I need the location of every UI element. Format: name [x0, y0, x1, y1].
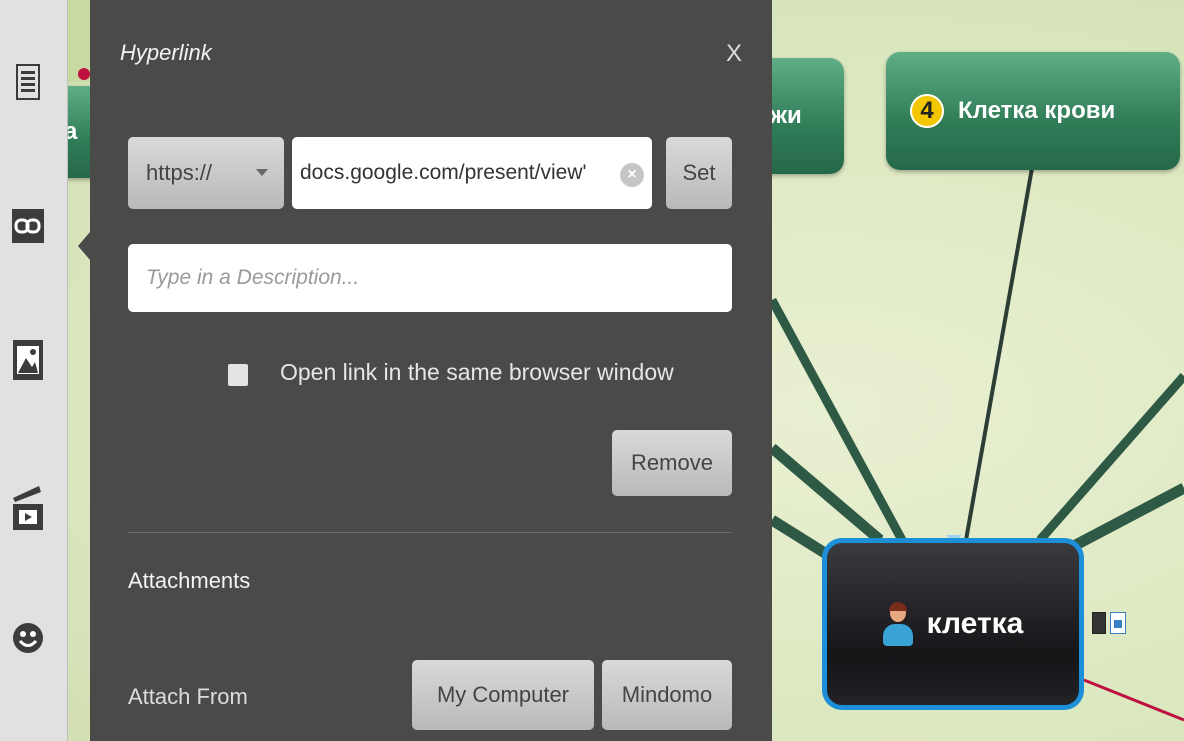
protocol-value: https://: [146, 160, 213, 185]
set-button[interactable]: Set: [666, 137, 732, 209]
url-input[interactable]: docs.google.com/present/view': [292, 137, 652, 209]
chevron-down-icon: [256, 169, 268, 176]
connector-right-upper: [1036, 373, 1184, 543]
panel-title: Hyperlink: [120, 40, 212, 65]
close-button[interactable]: X: [726, 40, 742, 68]
my-computer-button[interactable]: My Computer: [412, 660, 594, 730]
clear-input-icon[interactable]: ×: [620, 163, 644, 187]
document-icon[interactable]: [1110, 612, 1126, 634]
topic-attachments: [1092, 612, 1126, 634]
priority-badge: 4: [910, 94, 944, 128]
smiley-icon[interactable]: [12, 618, 44, 658]
image-icon[interactable]: [12, 340, 44, 380]
mindomo-button[interactable]: Mindomo: [602, 660, 732, 730]
section-divider: [128, 532, 732, 533]
panel-pointer: [78, 232, 90, 260]
video-icon[interactable]: [12, 486, 44, 530]
central-topic-label: клетка: [926, 607, 1024, 640]
description-input[interactable]: Type in a Description...: [128, 244, 732, 312]
link-icon[interactable]: [12, 206, 44, 246]
sidebar: [0, 0, 68, 741]
url-value: docs.google.com/present/view': [300, 161, 587, 184]
topic-blood-label: Клетка крови: [958, 97, 1116, 124]
connector-right-lower: [1067, 483, 1184, 553]
notes-icon[interactable]: [12, 62, 44, 102]
connector-blood: [964, 167, 1034, 541]
person-icon: [882, 602, 913, 646]
central-topic[interactable]: клетка: [822, 538, 1084, 710]
note-icon[interactable]: [1092, 612, 1106, 634]
attach-from-label: Attach From: [128, 684, 248, 709]
description-placeholder: Type in a Description...: [146, 266, 360, 289]
remove-button[interactable]: Remove: [612, 430, 732, 496]
connector-red-dot: [78, 68, 90, 80]
topic-blood-cell[interactable]: 4 Клетка крови: [886, 52, 1180, 170]
hyperlink-panel: Hyperlink X https:// docs.google.com/pre…: [90, 0, 772, 741]
connector-red: [1083, 678, 1184, 722]
protocol-select[interactable]: https://: [128, 137, 284, 209]
same-window-label[interactable]: Open link in the same browser window: [280, 359, 674, 386]
same-window-checkbox[interactable]: [228, 364, 248, 386]
topic-partial-label: жи: [770, 102, 802, 129]
attachments-heading: Attachments: [128, 568, 251, 593]
